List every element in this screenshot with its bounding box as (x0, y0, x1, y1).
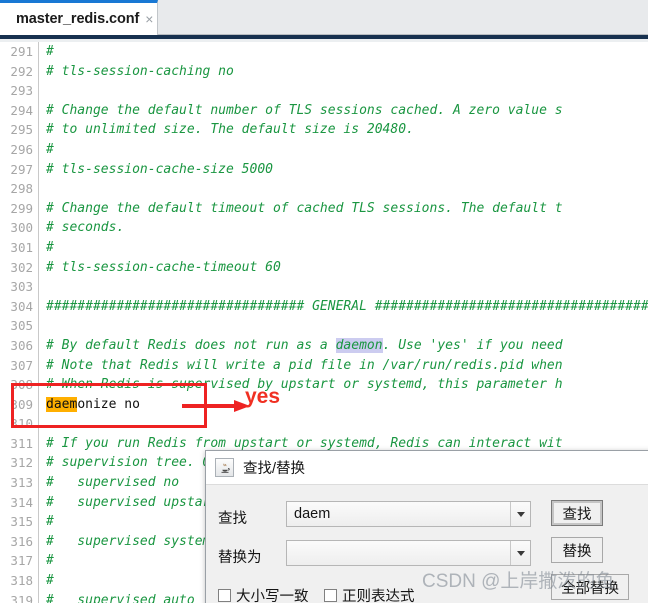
find-input[interactable]: daem (286, 501, 531, 527)
line-number: 296 (10, 141, 33, 157)
regex-checkbox[interactable]: 正则表达式 (324, 585, 415, 603)
close-icon[interactable]: × (145, 12, 153, 26)
code-line[interactable]: 306 # By default Redis does not run as a … (0, 336, 648, 356)
checkbox-icon[interactable] (218, 589, 231, 602)
line-number: 306 (10, 337, 33, 353)
code-line[interactable]: 292 # tls-session-caching no (0, 62, 648, 82)
line-number: 302 (10, 259, 33, 275)
code-line[interactable]: 304 ################################# GEN… (0, 297, 648, 317)
line-number: 305 (10, 318, 33, 334)
code-line-text: # Change the default number of TLS sessi… (46, 102, 563, 118)
line-number: 310 (10, 416, 33, 432)
code-line-text: ################################# GENERA… (46, 298, 648, 314)
code-line[interactable]: 300 # seconds. (0, 218, 648, 238)
line-number: 319 (10, 592, 33, 603)
checkbox-icon[interactable] (324, 589, 337, 602)
line-number: 300 (10, 220, 33, 236)
find-replace-dialog[interactable]: 查找/替换 ✕ 查找 daem 替换为 查找 替换 全 (205, 450, 648, 603)
line-number: 297 (10, 161, 33, 177)
line-number: 312 (10, 455, 33, 471)
code-line[interactable]: 303 (0, 277, 648, 297)
dialog-title-bar[interactable]: 查找/替换 ✕ (206, 451, 648, 485)
code-line[interactable]: 309 daemonize no (0, 395, 648, 415)
code-line[interactable]: 299 # Change the default timeout of cache… (0, 199, 648, 219)
code-line-text: # tls-session-cache-timeout 60 (46, 259, 281, 275)
match-case-checkbox[interactable]: 大小写一致 (218, 585, 309, 603)
line-number: 295 (10, 122, 33, 138)
code-line-text: # tls-session-cache-size 5000 (46, 161, 273, 177)
code-line[interactable]: 293 (0, 81, 648, 101)
search-match-highlight: daem (46, 396, 78, 412)
line-number: 314 (10, 494, 33, 510)
code-line-text: # tls-session-caching no (46, 63, 234, 79)
replace-button[interactable]: 替换 (551, 537, 603, 563)
line-number: 315 (10, 514, 33, 530)
code-line-text: # (46, 573, 54, 589)
code-line-text: # (46, 239, 54, 255)
line-number: 294 (10, 102, 33, 118)
code-line[interactable]: 294 # Change the default number of TLS se… (0, 101, 648, 121)
find-field-label: 查找 (218, 511, 247, 527)
line-number: 303 (10, 279, 33, 295)
tab-bar: master_redis.conf × (0, 0, 648, 35)
code-line-text: # Note that Redis will write a pid file … (46, 357, 563, 373)
line-number: 291 (10, 44, 33, 59)
code-line[interactable]: 308 # When Redis is supervised by upstart… (0, 375, 648, 395)
line-number: 311 (10, 435, 33, 451)
code-line-text: # seconds. (46, 220, 125, 236)
code-line-text: # When Redis is supervised by upstart or… (46, 377, 563, 393)
code-line-text: daemonize no (46, 396, 140, 412)
replace-dropdown-chevron-down-icon[interactable] (510, 541, 530, 565)
dialog-body: 查找 daem 替换为 查找 替换 全部替换 取消 (206, 485, 648, 603)
line-number: 309 (10, 396, 33, 412)
line-number: 308 (10, 377, 33, 393)
line-number: 304 (10, 298, 33, 314)
code-line[interactable]: 296 # (0, 140, 648, 160)
code-line[interactable]: 295 # to unlimited size. The default size… (0, 120, 648, 140)
code-line[interactable]: 310 (0, 414, 648, 434)
line-number: 292 (10, 63, 33, 79)
tab-master-redis-conf[interactable]: master_redis.conf × (0, 0, 158, 35)
line-number: 313 (10, 475, 33, 491)
code-line-text: # (46, 514, 54, 530)
code-line[interactable]: 307 # Note that Redis will write a pid fi… (0, 356, 648, 376)
code-line[interactable]: 305 (0, 316, 648, 336)
code-line-text: # (46, 44, 54, 59)
replace-all-button[interactable]: 全部替换 (551, 574, 629, 600)
replace-field-label: 替换为 (218, 550, 262, 566)
tab-label: master_redis.conf (16, 11, 140, 27)
code-line-text: # (46, 141, 54, 157)
code-line-text: # By default Redis does not run as a dae… (46, 337, 563, 353)
match-case-label: 大小写一致 (236, 589, 309, 603)
line-number: 318 (10, 573, 33, 589)
line-number: 293 (10, 83, 33, 99)
line-number: 301 (10, 239, 33, 255)
find-button[interactable]: 查找 (551, 500, 603, 526)
app-window: master_redis.conf × 291 #292 # tls-session… (0, 0, 648, 603)
code-line[interactable]: 302 # tls-session-cache-timeout 60 (0, 258, 648, 278)
replace-input[interactable] (286, 540, 531, 566)
code-line-text: # Change the default timeout of cached T… (46, 200, 563, 216)
search-match-highlight: daemon (335, 337, 383, 353)
line-number: 317 (10, 553, 33, 569)
regex-label: 正则表达式 (342, 589, 415, 603)
dialog-title: 查找/替换 (243, 461, 306, 477)
line-number: 299 (10, 200, 33, 216)
code-line[interactable]: 297 # tls-session-cache-size 5000 (0, 160, 648, 180)
line-number: 307 (10, 357, 33, 373)
code-line[interactable]: 291 # (0, 42, 648, 62)
find-dropdown-chevron-down-icon[interactable] (510, 502, 530, 526)
code-line-text: # (46, 553, 54, 569)
find-input-value[interactable]: daem (287, 506, 510, 522)
code-line-text: # to unlimited size. The default size is… (46, 122, 414, 138)
code-line[interactable]: 301 # (0, 238, 648, 258)
line-number: 316 (10, 533, 33, 549)
code-line[interactable]: 298 (0, 179, 648, 199)
line-number: 298 (10, 181, 33, 197)
java-cup-icon (215, 458, 234, 477)
